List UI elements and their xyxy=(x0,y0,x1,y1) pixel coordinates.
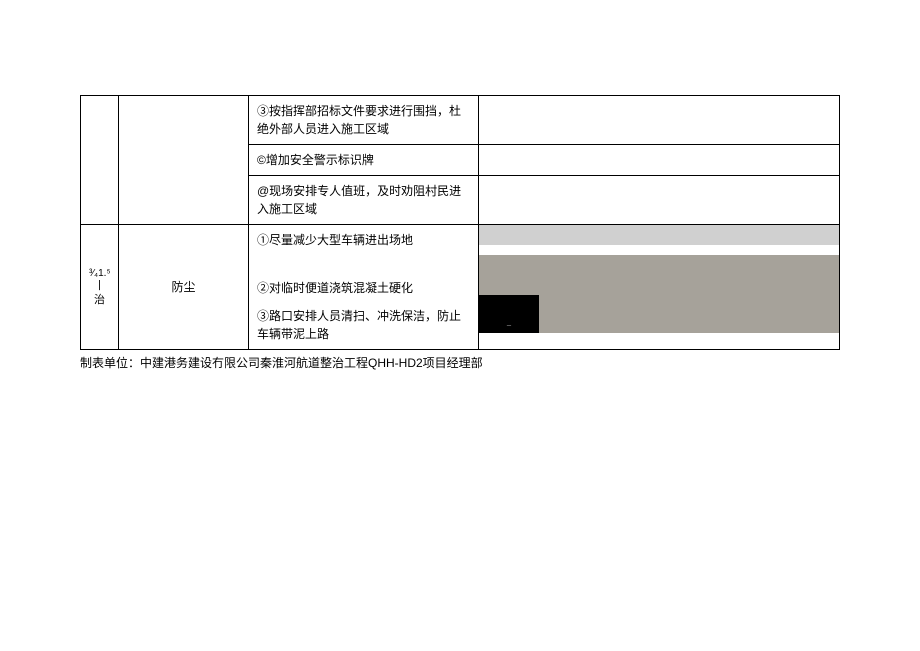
remark-cell xyxy=(479,96,840,145)
spacer xyxy=(257,249,470,259)
measure-cell: @现场安排专人值班，及时劝阻村民进入施工区域 xyxy=(249,176,479,225)
section-label-cell: ³⁄₄1.⁵ 丨 治 xyxy=(81,225,119,350)
footer-note: 制表单位：中建港务建设冇限公司秦淮河航道整治工程QHH-HD2项目经理部 xyxy=(80,350,840,371)
section-label-text: 治 xyxy=(94,294,105,306)
dust-measures-cell: ①尽量减少大型车辆进出场地 ②对临时便道浇筑混凝土硬化 ③路口安排人员清扫、冲洗… xyxy=(249,225,479,350)
category-cell: 防尘 xyxy=(119,225,249,350)
remark-cell xyxy=(479,145,840,176)
black-box: — xyxy=(479,295,539,333)
tiny-label: — xyxy=(507,323,511,329)
graphic-cell: — xyxy=(479,225,840,350)
gap xyxy=(479,245,839,255)
table-container: ③按指挥部招标文件要求进行围挡，杜绝外部人员进入施工区域 ©增加安全警示标识牌 … xyxy=(80,95,840,371)
spacer xyxy=(257,259,470,269)
section-label-line: 丨 xyxy=(94,280,105,292)
gray-bar xyxy=(479,225,839,245)
dust-item: ②对临时便道浇筑混凝土硬化 xyxy=(257,279,470,297)
section-label-small: ³⁄₄1.⁵ xyxy=(89,268,111,279)
measure-cell: ③按指挥部招标文件要求进行围挡，杜绝外部人员进入施工区域 xyxy=(249,96,479,145)
subcategory-cell-empty xyxy=(119,96,249,225)
category-cell-empty xyxy=(81,96,119,225)
spacer xyxy=(257,269,470,279)
remark-cell xyxy=(479,176,840,225)
dust-item: ①尽量减少大型车辆进出场地 xyxy=(257,231,470,249)
main-table: ③按指挥部招标文件要求进行围挡，杜绝外部人员进入施工区域 ©增加安全警示标识牌 … xyxy=(80,95,840,350)
table-row: ③按指挥部招标文件要求进行围挡，杜绝外部人员进入施工区域 xyxy=(81,96,840,145)
dark-panel: — xyxy=(479,255,839,333)
dust-item: ③路口安排人员清扫、冲洗保洁，防止车辆带泥上路 xyxy=(257,307,470,343)
measure-cell: ©增加安全警示标识牌 xyxy=(249,145,479,176)
table-row: ³⁄₄1.⁵ 丨 治 防尘 ①尽量减少大型车辆进出场地 ②对临时便道浇筑混凝土硬… xyxy=(81,225,840,350)
spacer xyxy=(257,297,470,307)
